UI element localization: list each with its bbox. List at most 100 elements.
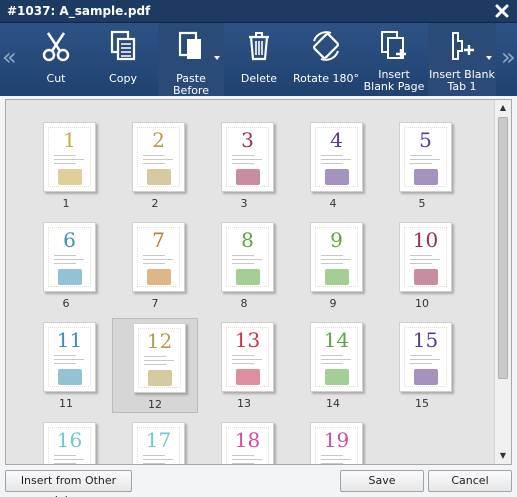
vertical-scrollbar[interactable]: ▲ ▼: [494, 100, 511, 464]
page-preview: 17: [132, 422, 185, 464]
page-caption: 9: [329, 297, 337, 310]
page-caption: 11: [59, 397, 73, 410]
rotate-180-label: Rotate 180°: [292, 72, 359, 85]
toolbar-scroll-left[interactable]: «: [2, 45, 17, 71]
insert-from-other-job-button[interactable]: Insert from Other Job...: [5, 470, 132, 497]
toolbar-scroll-right[interactable]: »: [501, 45, 516, 71]
cancel-button[interactable]: Cancel: [428, 470, 512, 492]
page-thumbnail[interactable]: 17: [112, 418, 198, 464]
page-thumbnail[interactable]: 14 14: [290, 318, 376, 413]
text-line: [54, 459, 84, 460]
page-thumbnail[interactable]: 55: [379, 118, 465, 213]
text-line: [143, 259, 173, 260]
delete-button[interactable]: Delete: [231, 23, 287, 96]
rotate-180-button[interactable]: Rotate 180°: [292, 23, 360, 96]
text-line: [54, 463, 76, 464]
page-thumbnail[interactable]: 99: [290, 218, 376, 313]
text-line: [143, 155, 165, 156]
page-thumbnail[interactable]: 11: [23, 118, 109, 213]
page-preview: 9: [310, 222, 363, 292]
text-line: [54, 363, 76, 364]
page-thumbnail[interactable]: 16: [23, 418, 109, 464]
page-caption: 3: [240, 197, 248, 210]
page-preview: 19: [310, 422, 363, 464]
text-line: [232, 459, 262, 460]
text-line: [54, 163, 76, 164]
text-line: [144, 356, 166, 357]
illustration: [414, 269, 438, 285]
page-thumbnail[interactable]: 11 11: [23, 318, 109, 413]
illustration: [147, 169, 171, 185]
page-caption: 10: [415, 297, 429, 310]
page-number: 13: [234, 328, 261, 352]
page-thumbnail[interactable]: 22: [112, 118, 198, 213]
page-preview: 3: [221, 122, 274, 192]
page-thumbnail[interactable]: 13 13: [201, 318, 287, 413]
page-thumbnail[interactable]: 77: [112, 218, 198, 313]
page-caption: 7: [151, 297, 159, 310]
page-number: 3: [241, 128, 254, 152]
page-number: 18: [234, 428, 261, 452]
page-caption: 4: [329, 197, 337, 210]
save-button[interactable]: Save: [340, 470, 424, 492]
page-preview: 14: [310, 322, 363, 392]
page-thumbnail[interactable]: 18: [201, 418, 287, 464]
text-line: [321, 363, 343, 364]
paste-before-button[interactable]: Paste Before: [158, 23, 224, 97]
text-line: [232, 455, 254, 456]
insert-blank-tab-button[interactable]: Insert Blank Tab 1: [428, 23, 496, 96]
page-thumbnail[interactable]: 44: [290, 118, 376, 213]
page-number: 6: [63, 228, 76, 252]
illustration: [325, 369, 349, 385]
text-line: [321, 359, 351, 360]
text-line: [232, 259, 262, 260]
page-preview: 11: [43, 322, 96, 392]
page-number: 19: [323, 428, 350, 452]
text-line: [232, 163, 254, 164]
page-number: 1: [63, 128, 76, 152]
illustration: [325, 269, 349, 285]
page-number: 14: [323, 328, 350, 352]
paste-before-label: Paste Before: [173, 72, 209, 97]
page-thumbnail[interactable]: 19: [290, 418, 376, 464]
page-thumbnail[interactable]: 12 12: [112, 318, 198, 413]
page-number: 16: [56, 428, 83, 452]
text-line: [321, 259, 351, 260]
page-number: 5: [419, 128, 432, 152]
page-thumbnail[interactable]: 15 15: [379, 318, 465, 413]
copy-button[interactable]: Copy: [94, 23, 152, 96]
text-line: [321, 459, 351, 460]
page-preview: 6: [43, 222, 96, 292]
scroll-up-icon[interactable]: ▲: [495, 100, 511, 116]
page-thumbnail[interactable]: 33: [201, 118, 287, 213]
insert-blank-page-button[interactable]: Insert Blank Page: [362, 23, 426, 96]
page-caption: 5: [418, 197, 426, 210]
trash-icon: [249, 32, 269, 61]
page-thumbnail[interactable]: 10 10: [379, 218, 465, 313]
text-line: [321, 455, 343, 456]
cut-button[interactable]: Cut: [27, 23, 85, 96]
page-number: 9: [330, 228, 343, 252]
close-icon[interactable]: [493, 2, 511, 20]
illustration: [58, 169, 82, 185]
delete-label: Delete: [240, 72, 278, 85]
page-preview: 8: [221, 222, 274, 292]
scroll-down-icon[interactable]: ▼: [495, 448, 511, 464]
text-line: [321, 255, 343, 256]
text-line: [410, 255, 432, 256]
illustration: [58, 269, 82, 285]
page-editor-window: #1037: A_sample.pdf « » Cut Copy Paste B…: [0, 0, 517, 497]
text-line: [232, 255, 254, 256]
text-line: [232, 359, 262, 360]
illustration: [147, 269, 171, 285]
page-thumbnail[interactable]: 88: [201, 218, 287, 313]
window-title: #1037: A_sample.pdf: [7, 4, 151, 18]
page-thumbnail[interactable]: 66: [23, 218, 109, 313]
page-number: 10: [412, 228, 439, 252]
page-number: 12: [146, 329, 173, 353]
illustration: [236, 369, 260, 385]
page-number: 2: [152, 128, 165, 152]
text-line: [54, 263, 76, 264]
text-line: [143, 163, 165, 164]
scrollbar-thumb[interactable]: [498, 117, 508, 379]
